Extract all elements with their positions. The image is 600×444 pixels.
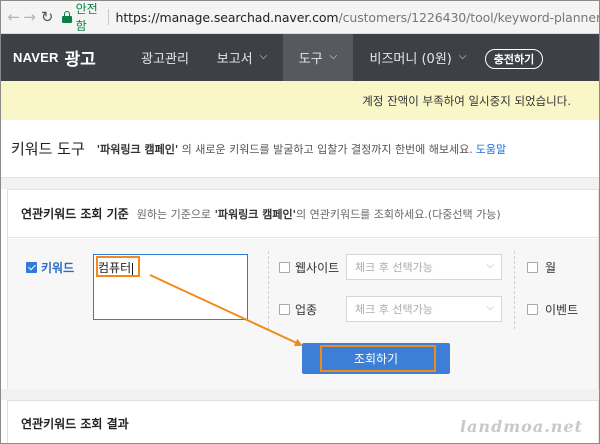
keyword-checkbox[interactable] xyxy=(26,262,37,273)
lock-icon[interactable] xyxy=(62,11,73,23)
criteria-form: 키워드 컴퓨터 웹사이트 체크 후 선택가능 ⌵ 업종 체크 후 선택가능 ⌵ xyxy=(8,239,598,389)
brand-ad: 광고 xyxy=(64,50,96,70)
watermark: landmoa.net xyxy=(459,417,583,436)
column-divider xyxy=(514,251,515,329)
event-label: 이벤트 xyxy=(545,303,579,317)
nav-item-reports[interactable]: 보고서 ⌵ xyxy=(203,34,281,81)
results-heading: 연관키워드 조회 결과 xyxy=(21,416,129,431)
nav-item-ad-management[interactable]: 광고관리 xyxy=(129,34,201,81)
notice-text: 계정 잔액이 부족하여 일시중지 되었습니다. xyxy=(362,93,571,108)
criteria-desc-post: 의 연관키워드를 조회하세요.(다중선택 가능) xyxy=(295,207,501,221)
section-gap xyxy=(1,389,599,400)
url-field[interactable]: https://manage.searchad.naver.com/custom… xyxy=(115,9,600,25)
back-arrow-icon[interactable]: ← xyxy=(7,8,21,26)
industry-checkbox[interactable] xyxy=(279,304,290,315)
search-highlight-box xyxy=(320,345,436,372)
industry-select[interactable]: 체크 후 선택가능 ⌵ xyxy=(346,296,502,322)
chevron-down-icon: ⌵ xyxy=(486,302,494,313)
keyword-label: 키워드 xyxy=(41,261,75,275)
app-window: ← → ↻ 안전함 https://manage.searchad.naver.… xyxy=(0,0,600,444)
charge-button[interactable]: 충전하기 xyxy=(485,49,543,69)
nav-item-label: 비즈머니 (0원) xyxy=(369,52,452,67)
chevron-down-icon: ⌵ xyxy=(486,260,494,271)
criteria-heading: 연관키워드 조회 기준 xyxy=(21,207,129,221)
month-checkbox[interactable] xyxy=(527,262,538,273)
criteria-panel: 연관키워드 조회 기준 원하는 기준으로 '파워링크 캠페인'의 연관키워드를 … xyxy=(7,189,599,389)
url-host: https://manage.searchad.naver.com xyxy=(115,9,339,25)
page-title: 키워드 도구 xyxy=(11,140,85,158)
top-navigation: NAVER 광고 광고관리 보고서 ⌵ 도구 ⌵ 비즈머니 (0원) ⌵ 충전하… xyxy=(1,34,599,81)
website-label: 웹사이트 xyxy=(295,261,340,275)
secure-label[interactable]: 안전함 xyxy=(76,1,101,34)
nav-item-bizmoney[interactable]: 비즈머니 (0원) ⌵ xyxy=(359,34,477,81)
criteria-campaign-quote: '파워링크 캠페인' xyxy=(214,207,296,221)
section-gap xyxy=(1,178,599,189)
website-checkbox[interactable] xyxy=(279,262,290,273)
page-description: '파워링크 캠페인' 의 새로운 키워드를 발굴하고 입찰가 결정까지 한번에 … xyxy=(97,141,506,157)
nav-item-tools[interactable]: 도구 ⌵ xyxy=(283,34,353,81)
brand-naver: NAVER xyxy=(13,50,59,65)
nav-item-label: 광고관리 xyxy=(141,52,189,67)
keyword-highlight-box xyxy=(96,256,140,277)
keyword-textarea[interactable]: 컴퓨터 xyxy=(93,254,248,320)
chevron-down-icon: ⌵ xyxy=(458,51,467,62)
balance-notice: 계정 잔액이 부족하여 일시중지 되었습니다. xyxy=(1,81,599,120)
help-link[interactable]: 도움말 xyxy=(476,143,506,156)
criteria-header: 연관키워드 조회 기준 원하는 기준으로 '파워링크 캠페인'의 연관키워드를 … xyxy=(8,190,598,238)
url-path: /customers/1226430/tool/keyword-planner xyxy=(338,9,600,25)
chevron-down-icon: ⌵ xyxy=(329,51,338,62)
month-label: 월 xyxy=(545,261,557,275)
industry-label: 업종 xyxy=(295,303,318,317)
browser-address-bar: ← → ↻ 안전함 https://manage.searchad.naver.… xyxy=(1,1,600,34)
nav-item-label: 도구 xyxy=(298,52,323,67)
chevron-down-icon: ⌵ xyxy=(259,51,268,62)
criteria-description: 원하는 기준으로 '파워링크 캠페인'의 연관키워드를 조회하세요.(다중선택 … xyxy=(137,206,501,222)
forward-arrow-icon[interactable]: → xyxy=(23,8,37,26)
website-placeholder: 체크 후 선택가능 xyxy=(355,261,433,274)
nav-item-label: 보고서 xyxy=(216,52,253,67)
criteria-desc-pre: 원하는 기준으로 xyxy=(136,207,215,221)
event-checkbox[interactable] xyxy=(527,304,538,315)
page-description-text: 의 새로운 키워드를 발굴하고 입찰가 결정까지 한번에 해보세요. xyxy=(178,142,473,156)
reload-icon[interactable]: ↻ xyxy=(40,8,54,26)
campaign-quote: '파워링크 캠페인' xyxy=(96,142,179,156)
industry-placeholder: 체크 후 선택가능 xyxy=(355,303,433,316)
page-header: 키워드 도구 '파워링크 캠페인' 의 새로운 키워드를 발굴하고 입찰가 결정… xyxy=(1,120,599,178)
website-select[interactable]: 체크 후 선택가능 ⌵ xyxy=(346,254,502,280)
column-divider xyxy=(268,251,269,329)
address-separator xyxy=(107,9,109,25)
brand-logo[interactable]: NAVER 광고 xyxy=(13,45,96,70)
